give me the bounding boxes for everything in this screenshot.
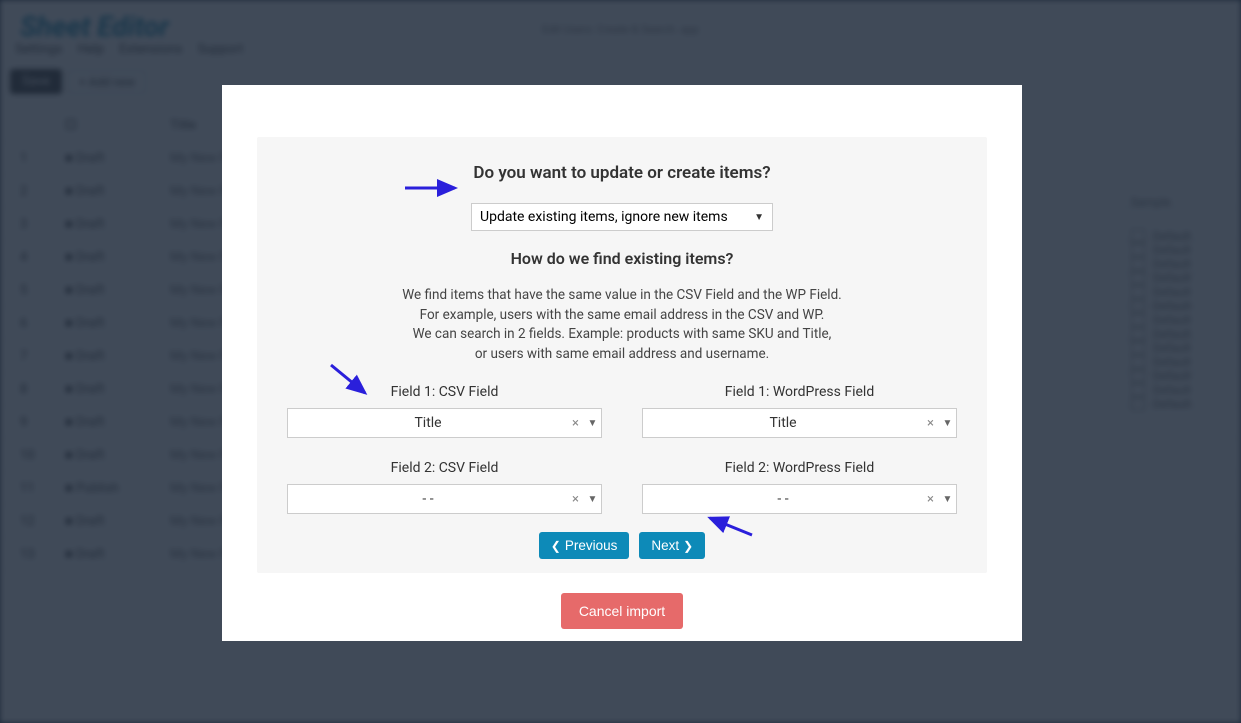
select-wp1[interactable]: Title × ▼ [642, 408, 957, 438]
clear-icon[interactable]: × [568, 492, 583, 507]
label-csv1: Field 1: CSV Field [287, 384, 602, 400]
dropdown-icon: ▼ [754, 212, 764, 223]
clear-icon[interactable]: × [568, 416, 583, 431]
cancel-import-button[interactable]: Cancel import [561, 593, 683, 629]
chevron-down-icon: ▼ [583, 494, 601, 505]
select-csv1-value: Title [288, 415, 568, 431]
next-label: Next [651, 538, 679, 553]
clear-icon[interactable]: × [923, 416, 938, 431]
select-csv1[interactable]: Title × ▼ [287, 408, 602, 438]
update-create-select[interactable]: Update existing items, ignore new items … [471, 203, 773, 231]
previous-label: Previous [565, 538, 618, 553]
chevron-down-icon: ▼ [938, 494, 956, 505]
select-wp1-value: Title [643, 415, 923, 431]
previous-button[interactable]: ❮ Previous [539, 532, 630, 559]
select-wp2[interactable]: - - × ▼ [642, 484, 957, 514]
chevron-down-icon: ▼ [938, 418, 956, 429]
chevron-right-icon: ❯ [683, 539, 693, 553]
select-csv2-value: - - [288, 491, 568, 507]
clear-icon[interactable]: × [923, 492, 938, 507]
label-wp2: Field 2: WordPress Field [642, 460, 957, 476]
description-text: We find items that have the same value i… [287, 286, 957, 364]
update-create-value: Update existing items, ignore new items [480, 209, 728, 225]
chevron-down-icon: ▼ [583, 418, 601, 429]
import-modal: Do you want to update or create items? U… [222, 85, 1022, 641]
select-wp2-value: - - [643, 491, 923, 507]
select-csv2[interactable]: - - × ▼ [287, 484, 602, 514]
heading-update-create: Do you want to update or create items? [287, 163, 957, 183]
label-csv2: Field 2: CSV Field [287, 460, 602, 476]
next-button[interactable]: Next ❯ [639, 532, 705, 559]
chevron-left-icon: ❮ [551, 539, 561, 553]
label-wp1: Field 1: WordPress Field [642, 384, 957, 400]
inner-panel: Do you want to update or create items? U… [257, 137, 987, 573]
heading-find-existing: How do we find existing items? [287, 249, 957, 268]
